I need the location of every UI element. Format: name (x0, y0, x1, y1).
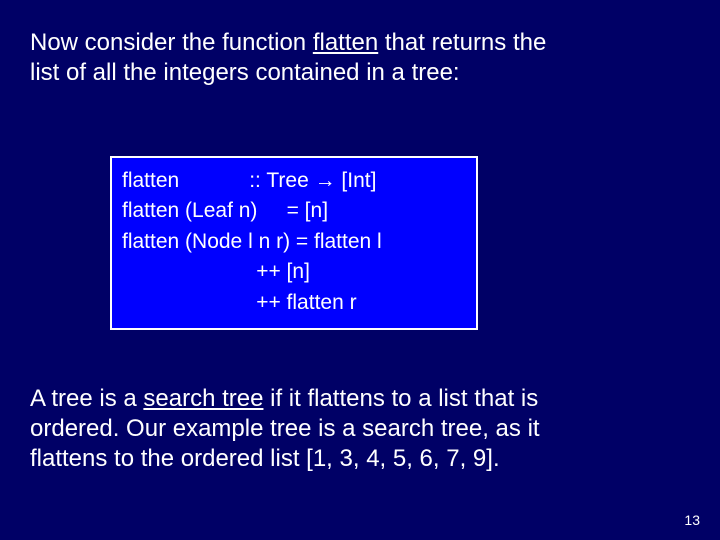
intro-text: Now consider the function flatten that r… (30, 28, 670, 88)
conclusion-c: if it flattens to a list that is (263, 385, 538, 412)
slide: Now consider the function flatten that r… (0, 0, 720, 540)
code-line-4: ++ [n] (122, 257, 466, 287)
conclusion-b: search tree (143, 385, 263, 412)
page-number: 13 (684, 512, 700, 528)
code-box: flatten :: Tree → [Int] flatten (Leaf n)… (110, 156, 478, 330)
code-line-1: flatten :: Tree → [Int] (122, 166, 466, 196)
conclusion-line2: ordered. Our example tree is a search tr… (30, 415, 540, 442)
intro-keyword: flatten (313, 29, 378, 56)
code-line-2: flatten (Leaf n) = [n] (122, 196, 466, 226)
code-line-5: ++ flatten r (122, 288, 466, 318)
intro-post1: that returns the (378, 29, 546, 56)
conclusion-line3: flattens to the ordered list [1, 3, 4, 5… (30, 445, 500, 472)
intro-pre: Now consider the function (30, 29, 313, 56)
conclusion-a: A tree is a (30, 385, 143, 412)
conclusion-text: A tree is a search tree if it flattens t… (30, 384, 680, 474)
intro-line2: list of all the integers contained in a … (30, 59, 460, 86)
code-line-3: flatten (Node l n r) = flatten l (122, 227, 466, 257)
